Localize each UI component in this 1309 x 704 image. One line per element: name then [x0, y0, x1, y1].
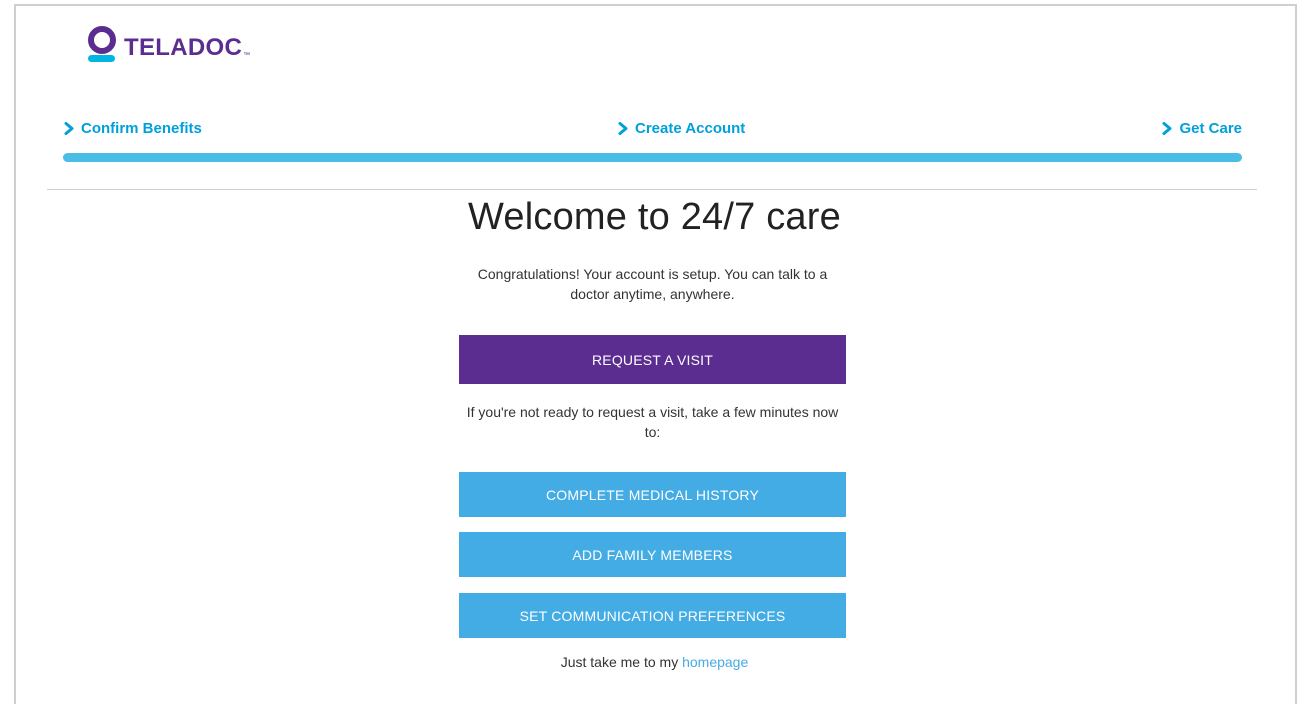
- add-family-members-button[interactable]: ADD FAMILY MEMBERS: [459, 532, 846, 577]
- welcome-message: Congratulations! Your account is setup. …: [477, 266, 828, 302]
- chevron-right-icon: [618, 122, 628, 135]
- homepage-link[interactable]: homepage: [682, 654, 748, 670]
- step-get-care[interactable]: Get Care: [1162, 120, 1242, 137]
- step-confirm-benefits[interactable]: Confirm Benefits: [64, 120, 202, 137]
- logo-wordmark: TELADOC: [124, 34, 243, 61]
- step-label: Confirm Benefits: [81, 120, 202, 137]
- step-label: Get Care: [1179, 120, 1242, 137]
- next-steps-prompt: If you're not ready to request a visit, …: [466, 404, 839, 440]
- header-divider: [47, 189, 1257, 190]
- request-visit-button[interactable]: REQUEST A VISIT: [459, 335, 846, 384]
- homepage-line: Just take me to my homepage: [0, 654, 1309, 670]
- homepage-prefix-text: Just take me to my: [560, 654, 679, 670]
- step-label: Create Account: [635, 120, 746, 137]
- progress-steps: Confirm Benefits Create Account Get Care: [64, 120, 1242, 144]
- set-communication-preferences-button[interactable]: SET COMMUNICATION PREFERENCES: [459, 593, 846, 638]
- teladoc-logo-icon: [86, 26, 116, 64]
- progress-bar: [63, 153, 1242, 162]
- chevron-right-icon: [1162, 122, 1172, 135]
- trademark-symbol: ™: [243, 51, 251, 59]
- page-title: Welcome to 24/7 care: [468, 196, 841, 238]
- teladoc-logo[interactable]: TELADOC ™: [86, 26, 250, 64]
- step-create-account[interactable]: Create Account: [618, 120, 745, 137]
- chevron-right-icon: [64, 122, 74, 135]
- complete-medical-history-button[interactable]: COMPLETE MEDICAL HISTORY: [459, 472, 846, 517]
